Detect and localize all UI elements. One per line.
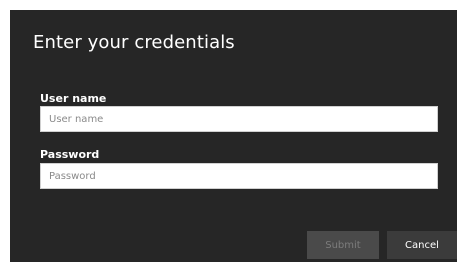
username-input[interactable] bbox=[40, 106, 438, 132]
password-label: Password bbox=[40, 148, 100, 161]
submit-button[interactable]: Submit bbox=[307, 231, 379, 259]
cancel-button[interactable]: Cancel bbox=[387, 231, 457, 259]
username-label: User name bbox=[40, 92, 107, 105]
dialog-title: Enter your credentials bbox=[33, 32, 235, 53]
password-input[interactable] bbox=[40, 163, 438, 189]
credentials-dialog: Enter your credentials User name Passwor… bbox=[10, 10, 457, 262]
